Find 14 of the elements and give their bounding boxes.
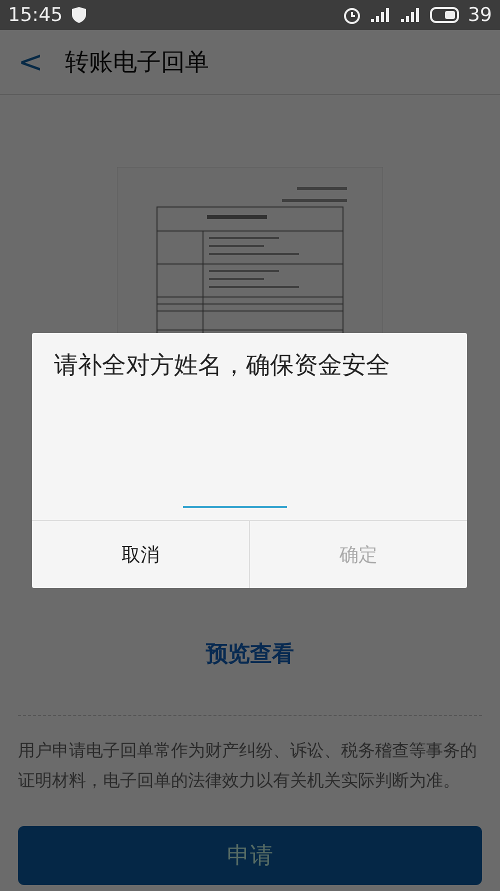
signal-icon — [370, 7, 392, 23]
preview-link[interactable]: 预览查看 — [206, 639, 294, 669]
back-button[interactable]: < — [0, 44, 66, 80]
shield-icon — [70, 6, 87, 24]
status-time: 15:45 — [8, 4, 63, 26]
dialog-title: 请补全对方姓名，确保资金安全 — [53, 350, 391, 381]
alarm-clock-icon — [342, 5, 362, 25]
page-title: 转账电子回单 — [65, 47, 210, 78]
battery-percent: 39 — [468, 4, 492, 26]
signal-icon — [400, 7, 422, 23]
apply-button[interactable]: 申请 — [18, 826, 482, 885]
dialog-button[interactable]: 取消 — [32, 521, 249, 588]
battery-icon — [430, 7, 460, 23]
notice-text: 用户申请电子回单常作为财产纠纷、诉讼、税务稽查等事务的证明材料，电子回单的法律效力以有关机关实际判断为准。 — [18, 740, 478, 793]
